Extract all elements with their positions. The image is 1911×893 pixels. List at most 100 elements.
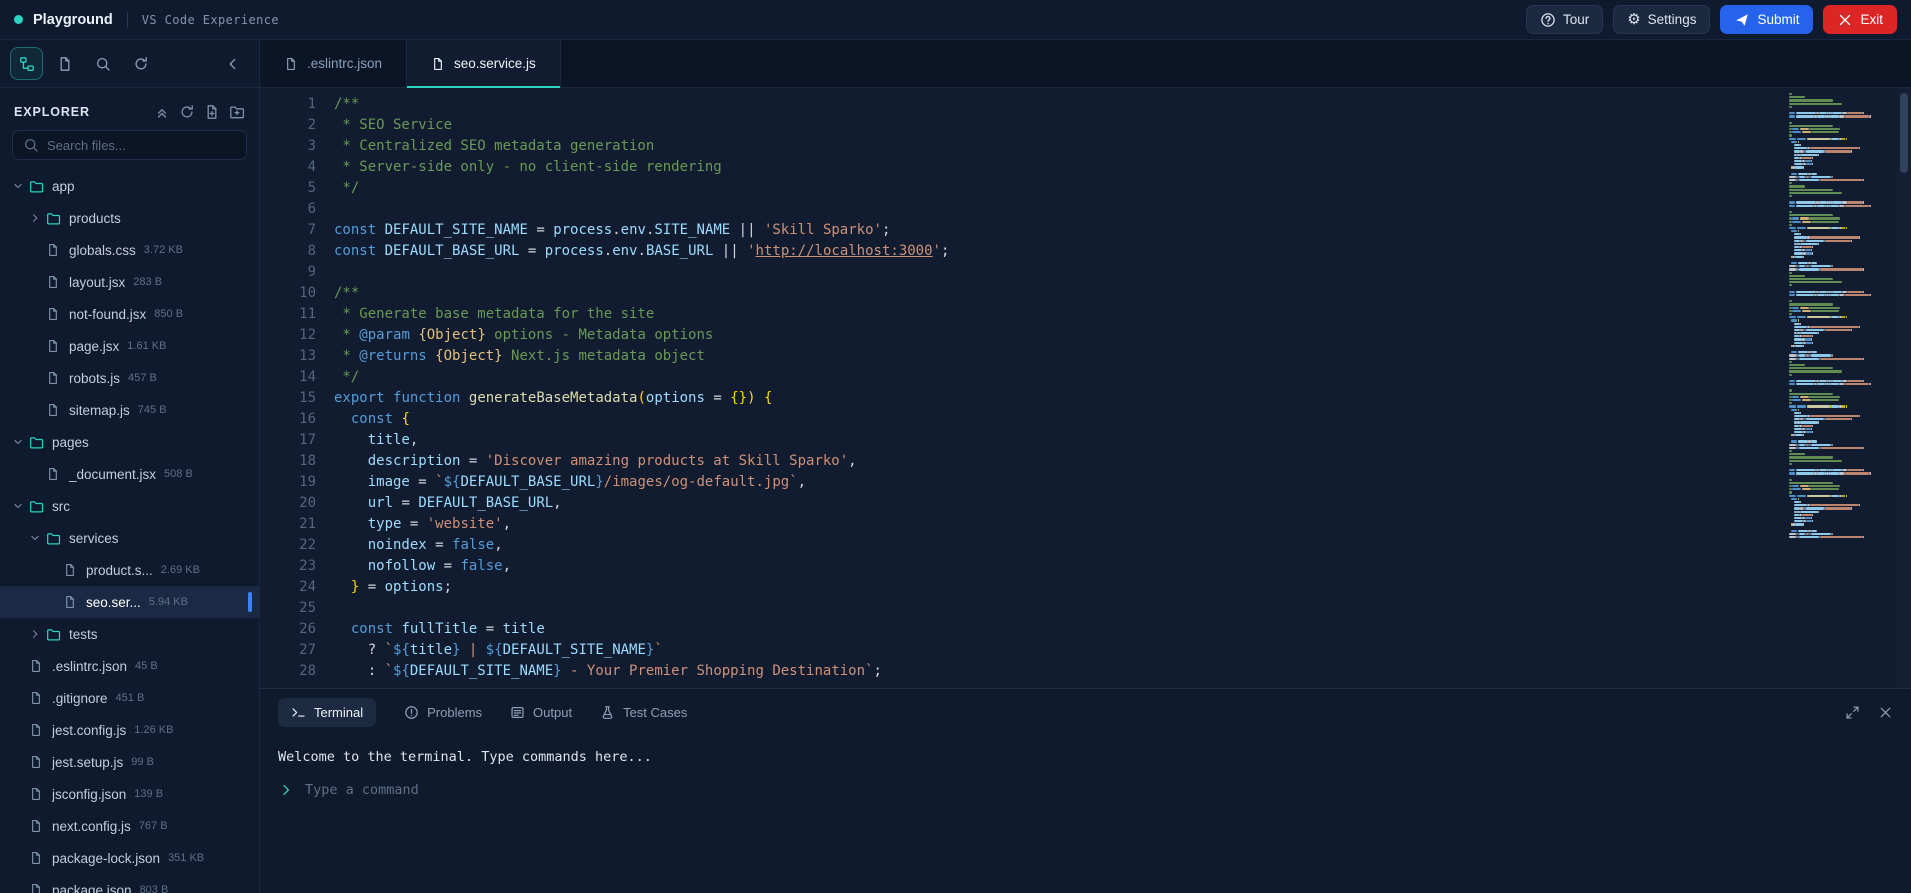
tree-item-package-lock.json[interactable]: package-lock.json 351 KB (0, 842, 259, 874)
code-line[interactable]: 9 (260, 262, 1785, 283)
file-icon (46, 339, 67, 353)
code-line[interactable]: 6 (260, 199, 1785, 220)
search-button[interactable] (86, 47, 119, 80)
tree-item-app[interactable]: app (0, 170, 259, 202)
file-explorer-button[interactable] (10, 47, 43, 80)
code-editor[interactable]: 1/** 2 * SEO Service 3 * Centralized SEO m… (260, 88, 1785, 688)
collapse-sidebar-button[interactable] (216, 47, 249, 80)
line-number: 16 (299, 411, 316, 427)
open-editors-button[interactable] (48, 47, 81, 80)
tree-item-products[interactable]: products (0, 202, 259, 234)
code-line[interactable]: 16 const { (260, 409, 1785, 430)
close-panel-icon[interactable] (1878, 705, 1893, 720)
code-line[interactable]: 8 const DEFAULT_BASE_URL = process.env.BA… (260, 241, 1785, 262)
code-line[interactable]: 11 * Generate base metadata for the site (260, 304, 1785, 325)
tree-item-package.json[interactable]: package.json 803 B (0, 874, 259, 893)
refresh-icon[interactable] (179, 104, 195, 120)
chevron-right-icon (278, 782, 294, 798)
tree-item-.eslintrc.json[interactable]: .eslintrc.json 45 B (0, 650, 259, 682)
tab-.eslintrc.json[interactable]: .eslintrc.json (260, 40, 408, 87)
new-file-icon[interactable] (204, 104, 220, 120)
refresh-button[interactable] (124, 47, 157, 80)
line-number: 15 (299, 390, 316, 406)
code-line[interactable]: 1/** (260, 94, 1785, 115)
tree-item-not-found.jsx[interactable]: not-found.jsx 850 B (0, 298, 259, 330)
tree-item-jest.config.js[interactable]: jest.config.js 1.26 KB (0, 714, 259, 746)
tree-item-_document.jsx[interactable]: _document.jsx 508 B (0, 458, 259, 490)
code-line[interactable]: 3 * Centralized SEO metadata generation (260, 136, 1785, 157)
file-icon (46, 243, 67, 257)
code-line[interactable]: 7 const DEFAULT_SITE_NAME = process.env.S… (260, 220, 1785, 241)
line-number: 4 (307, 159, 316, 175)
tree-item-sitemap.js[interactable]: sitemap.js 745 B (0, 394, 259, 426)
chevron-right-icon[interactable] (29, 212, 46, 224)
code-line[interactable]: 12 * @param {Object} options - Metadata … (260, 325, 1785, 346)
line-number: 23 (299, 558, 316, 574)
tree-item-jsconfig.json[interactable]: jsconfig.json 139 B (0, 778, 259, 810)
submit-button[interactable]: Submit (1720, 5, 1814, 34)
tree-item-next.config.js[interactable]: next.config.js 767 B (0, 810, 259, 842)
minimap[interactable] (1785, 88, 1897, 688)
terminal-panel: Terminal Problems Output Test Cases Welcome… (260, 688, 1911, 893)
tree-item-globals.css[interactable]: globals.css 3.72 KB (0, 234, 259, 266)
tour-button[interactable]: Tour (1525, 5, 1604, 34)
code-line[interactable]: 24 } = options; (260, 577, 1785, 598)
code-line[interactable]: 17 title, (260, 430, 1785, 451)
terminal-icon (291, 705, 306, 720)
chevron-right-icon[interactable] (29, 628, 46, 640)
tree-item-product.s...[interactable]: product.s... 2.69 KB (0, 554, 259, 586)
panel-tab-output[interactable]: Output (510, 705, 572, 720)
code-line[interactable]: 14 */ (260, 367, 1785, 388)
terminal-prompt[interactable]: Type a command (278, 782, 1893, 798)
code-line[interactable]: 27 ? `${title} | ${DEFAULT_SITE_NAME}` (260, 640, 1785, 661)
file-size: 451 B (115, 692, 145, 704)
code-line[interactable]: 21 type = 'website', (260, 514, 1785, 535)
code-line[interactable]: 13 * @returns {Object} Next.js metadata … (260, 346, 1785, 367)
code-line[interactable]: 10/** (260, 283, 1785, 304)
tree-item-tests[interactable]: tests (0, 618, 259, 650)
code-line[interactable]: 19 image = `${DEFAULT_BASE_URL}/images/o… (260, 472, 1785, 493)
new-folder-icon[interactable] (229, 104, 245, 120)
file-name: jest.setup.js (52, 754, 124, 770)
tree-item-page.jsx[interactable]: page.jsx 1.61 KB (0, 330, 259, 362)
tree-item-seo.ser...[interactable]: seo.ser... 5.94 KB (0, 586, 259, 618)
chevron-down-icon[interactable] (12, 436, 29, 448)
exit-button[interactable]: Exit (1823, 5, 1897, 34)
code-line[interactable]: 15 export function generateBaseMetadata(o… (260, 388, 1785, 409)
brand-area: Playground VS Code Experience (14, 11, 279, 28)
tree-item-robots.js[interactable]: robots.js 457 B (0, 362, 259, 394)
code-line[interactable]: 2 * SEO Service (260, 115, 1785, 136)
panel-tab-test-cases[interactable]: Test Cases (600, 705, 687, 720)
tree-item-services[interactable]: services (0, 522, 259, 554)
settings-button[interactable]: ⚙ Settings (1613, 5, 1711, 34)
chevron-down-icon[interactable] (12, 180, 29, 192)
tree-item-pages[interactable]: pages (0, 426, 259, 458)
code-line[interactable]: 25 (260, 598, 1785, 619)
code-line[interactable]: 4 * Server-side only - no client-side re… (260, 157, 1785, 178)
file-size: 745 B (137, 404, 167, 416)
panel-tab-problems[interactable]: Problems (404, 705, 482, 720)
tree-item-jest.setup.js[interactable]: jest.setup.js 99 B (0, 746, 259, 778)
code-line[interactable]: 23 nofollow = false, (260, 556, 1785, 577)
code-line[interactable]: 5 */ (260, 178, 1785, 199)
expand-panel-icon[interactable] (1845, 705, 1860, 720)
chevron-down-icon[interactable] (29, 532, 46, 544)
editor-scrollbar[interactable] (1897, 88, 1911, 688)
code-line[interactable]: 18 description = 'Discover amazing produ… (260, 451, 1785, 472)
code-line[interactable]: 22 noindex = false, (260, 535, 1785, 556)
file-icon (57, 56, 73, 72)
collapse-all-icon[interactable] (154, 104, 170, 120)
scrollbar-thumb[interactable] (1900, 93, 1908, 173)
tree-item-.gitignore[interactable]: .gitignore 451 B (0, 682, 259, 714)
code-line[interactable]: 20 url = DEFAULT_BASE_URL, (260, 493, 1785, 514)
search-input[interactable] (47, 137, 236, 153)
panel-tab-terminal[interactable]: Terminal (278, 697, 377, 727)
code-line[interactable]: 28 : `${DEFAULT_SITE_NAME} - Your Premie… (260, 661, 1785, 682)
tree-item-src[interactable]: src (0, 490, 259, 522)
code-line[interactable]: 26 const fullTitle = title (260, 619, 1785, 640)
terminal-content[interactable]: Welcome to the terminal. Type commands h… (260, 735, 1911, 893)
tree-item-layout.jsx[interactable]: layout.jsx 283 B (0, 266, 259, 298)
tab-seo.service.js[interactable]: seo.service.js (407, 40, 561, 88)
file-icon (46, 467, 67, 481)
chevron-down-icon[interactable] (12, 500, 29, 512)
